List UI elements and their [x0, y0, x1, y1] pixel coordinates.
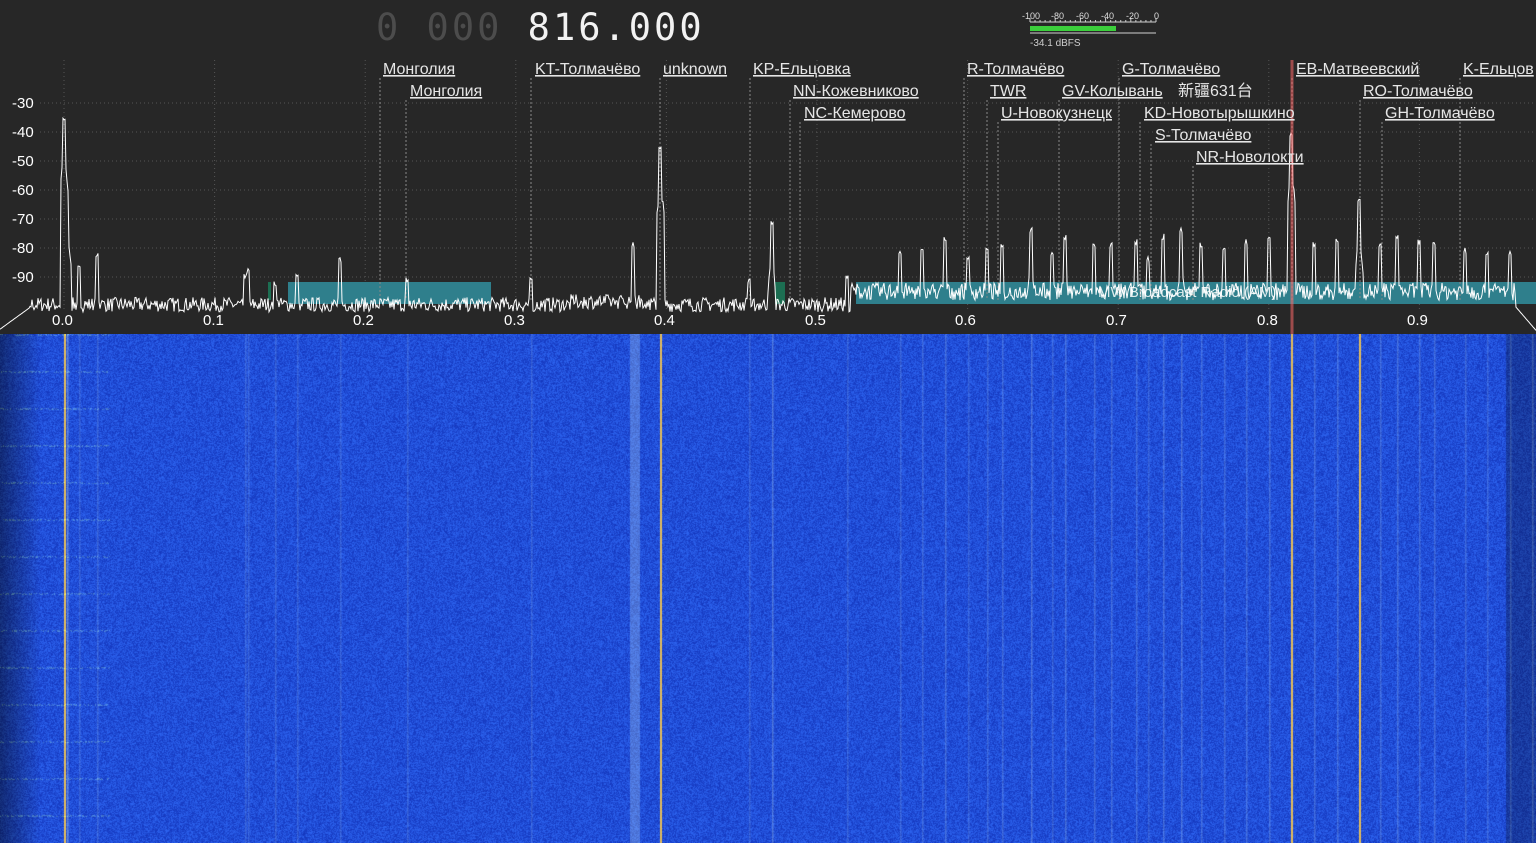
db-label-50: -50 [12, 153, 34, 170]
station-label-u-novokuznetsk[interactable]: U-Новокузнецк [1001, 105, 1113, 122]
station-label-kd-novotyryshkino[interactable]: KD-Новотырышкино [1144, 105, 1295, 122]
waterfall-display[interactable] [0, 334, 1536, 843]
station-label-kp-eltsovka[interactable]: KP-Ельцовка [753, 61, 851, 78]
freq-label-1: 0.1 [203, 312, 224, 329]
db-label-70: -70 [12, 211, 34, 228]
db-axis: -30 -40 -50 -60 -70 -80 -90 [12, 95, 34, 286]
station-label-eb-matveevsky[interactable]: EB-Матвеевский [1296, 61, 1419, 78]
db-label-90: -90 [12, 269, 34, 286]
band-marker [268, 282, 271, 300]
freq-label-3: 0.3 [504, 312, 525, 329]
freq-label-5: 0.5 [805, 312, 826, 329]
station-labels: Монголия Монголия KT-Толмачёво unknown K… [383, 61, 1534, 166]
station-leader-lines [379, 78, 1461, 300]
station-label-nn-kozhevnikovo[interactable]: NN-Кожевниково [793, 83, 919, 100]
station-label-twr[interactable]: TWR [990, 83, 1026, 100]
station-label-unknown[interactable]: unknown [663, 61, 727, 78]
station-label-xinjiang-631[interactable]: 新疆631台 [1178, 82, 1253, 100]
frequency-axis: 0.0 0.1 0.2 0.3 0.4 0.5 0.6 0.7 0.8 0.9 [52, 312, 1428, 329]
spectrum-grid [40, 60, 1536, 310]
db-label-80: -80 [12, 240, 34, 257]
station-label-ro-tolmachevo[interactable]: RO-Толмачёво [1363, 83, 1473, 100]
station-label-mongolia-2[interactable]: Монголия [410, 83, 482, 100]
freq-label-0: 0.0 [52, 312, 73, 329]
spectrum-plot[interactable]: MW Broadcast Radio (AM) -30 -40 -50 -60 … [0, 0, 1536, 334]
station-label-kt-tolmachevo[interactable]: KT-Толмачёво [535, 61, 640, 78]
station-label-g-tolmachevo[interactable]: G-Толмачёво [1122, 61, 1220, 78]
freq-label-8: 0.8 [1257, 312, 1278, 329]
station-label-r-tolmachevo[interactable]: R-Толмачёво [967, 61, 1064, 78]
station-label-s-tolmachevo[interactable]: S-Толмачёво [1155, 127, 1252, 144]
station-label-nc-kemerovo[interactable]: NC-Кемерово [804, 105, 906, 122]
station-label-gh-tolmachevo[interactable]: GH-Толмачёво [1385, 105, 1495, 122]
db-label-60: -60 [12, 182, 34, 199]
freq-label-2: 0.2 [353, 312, 374, 329]
freq-label-9: 0.9 [1407, 312, 1428, 329]
db-label-40: -40 [12, 124, 34, 141]
station-label-mongolia-1[interactable]: Монголия [383, 61, 455, 78]
db-label-30: -30 [12, 95, 34, 112]
freq-label-6: 0.6 [955, 312, 976, 329]
station-label-nr-novolokti[interactable]: NR-Новолокти [1196, 149, 1304, 166]
freq-label-4: 0.4 [654, 312, 675, 329]
freq-label-7: 0.7 [1106, 312, 1127, 329]
waterfall-canvas[interactable] [0, 334, 1536, 843]
station-label-gv-kolyvan[interactable]: GV-Колывань [1062, 83, 1163, 100]
station-label-k-eltsov[interactable]: K-Ельцов [1463, 61, 1534, 78]
band-bar-lw [288, 282, 491, 304]
